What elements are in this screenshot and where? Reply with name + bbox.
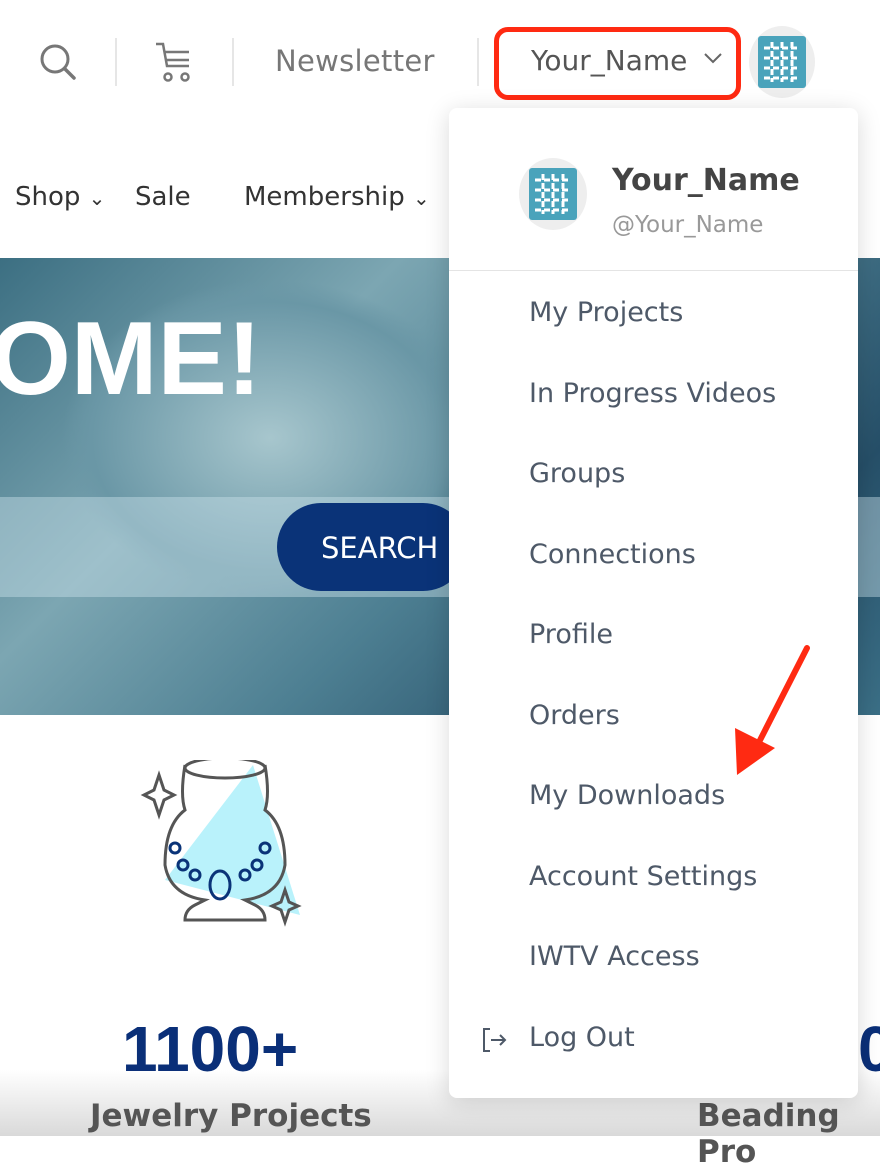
- nav-sale[interactable]: Sale: [135, 182, 191, 212]
- menu-item-my-projects[interactable]: My Projects: [529, 297, 683, 328]
- user-dropdown-menu: Your_Name @Your_Name My Projects In Prog…: [449, 108, 858, 1098]
- red-arrow-annotation: [735, 645, 810, 775]
- avatar-logo-icon: [529, 168, 577, 220]
- search-icon[interactable]: [38, 42, 78, 82]
- newsletter-link[interactable]: Newsletter: [275, 44, 435, 78]
- nav-membership-label: Membership: [244, 182, 405, 212]
- dropdown-handle: @Your_Name: [612, 212, 764, 238]
- menu-item-orders[interactable]: Orders: [529, 700, 620, 731]
- menu-item-groups[interactable]: Groups: [529, 458, 625, 489]
- nav-shop-label: Shop: [15, 182, 81, 212]
- menu-item-iwtv-access[interactable]: IWTV Access: [529, 941, 700, 972]
- cart-icon[interactable]: [154, 40, 194, 86]
- nav-membership[interactable]: Membership ⌄: [244, 182, 430, 212]
- menu-item-profile[interactable]: Profile: [529, 619, 613, 650]
- stat-value: 0: [858, 1013, 880, 1085]
- hero-title: OME!: [0, 301, 262, 417]
- divider: [232, 38, 234, 86]
- divider: [115, 38, 117, 86]
- divider: [449, 270, 858, 271]
- menu-item-log-out[interactable]: Log Out: [529, 1022, 635, 1053]
- avatar[interactable]: [749, 26, 815, 98]
- divider: [477, 38, 479, 86]
- menu-item-in-progress-videos[interactable]: In Progress Videos: [529, 378, 776, 409]
- avatar-logo-icon: [758, 36, 806, 88]
- chevron-down-icon: ⌄: [412, 186, 430, 210]
- dropdown-avatar: [519, 158, 587, 230]
- menu-item-account-settings[interactable]: Account Settings: [529, 861, 757, 892]
- stat-label: Beading Pro: [697, 1098, 840, 1170]
- dropdown-username: Your_Name: [612, 163, 800, 198]
- menu-item-my-downloads[interactable]: My Downloads: [529, 780, 725, 811]
- logout-icon: [483, 1028, 507, 1052]
- nav-shop[interactable]: Shop ⌄: [15, 182, 105, 212]
- stat-label: Jewelry Projects: [90, 1098, 372, 1134]
- menu-item-connections[interactable]: Connections: [529, 539, 696, 570]
- highlight-box: [494, 27, 741, 100]
- chevron-down-icon: ⌄: [88, 186, 106, 210]
- search-button[interactable]: SEARCH: [277, 503, 467, 591]
- necklace-bust-icon: [140, 760, 302, 927]
